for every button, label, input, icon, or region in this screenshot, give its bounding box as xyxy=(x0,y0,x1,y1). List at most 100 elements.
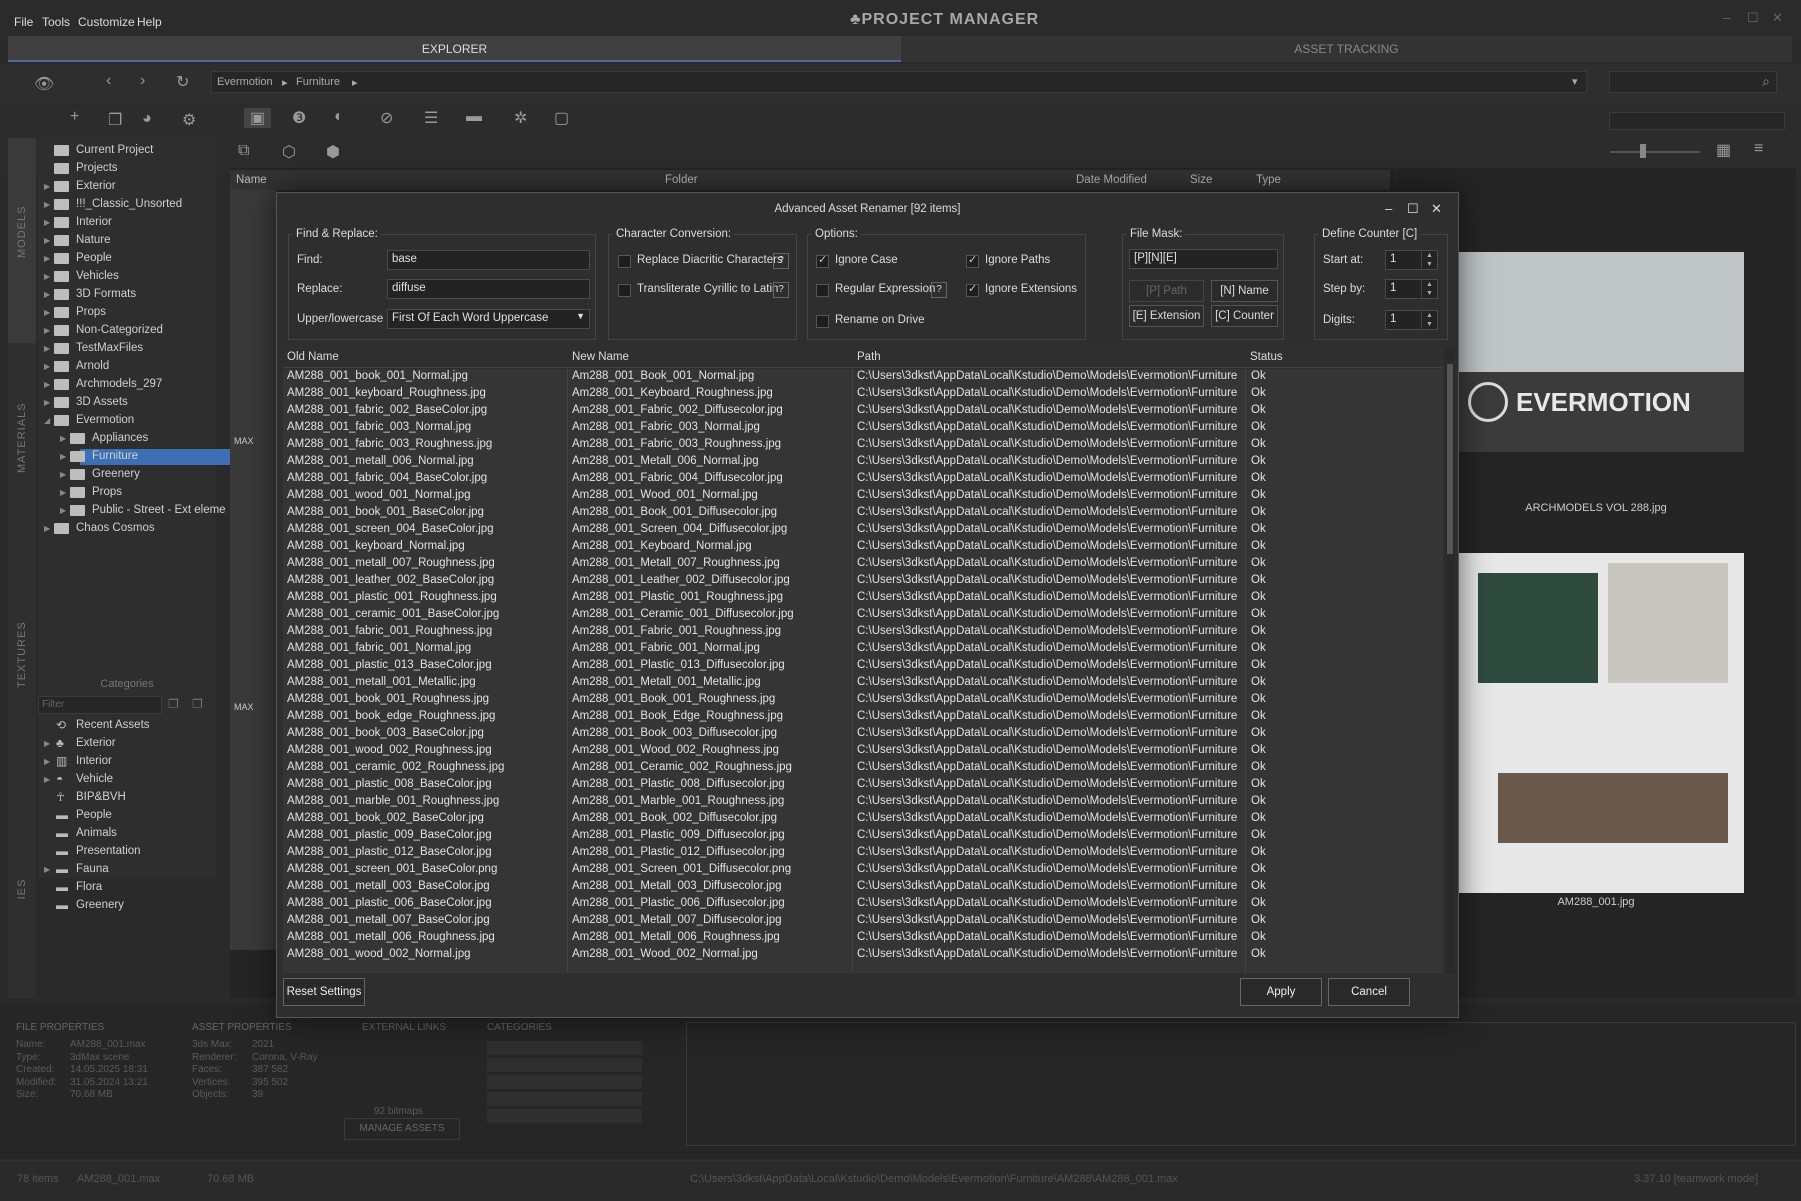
expand-arrow-icon[interactable]: ▶ xyxy=(44,272,50,281)
column-size[interactable]: Size xyxy=(1190,174,1212,186)
zoom-slider-handle[interactable] xyxy=(1640,144,1646,158)
expand-arrow-icon[interactable]: ▶ xyxy=(44,308,50,317)
status-header[interactable]: Status xyxy=(1250,351,1283,363)
replace-input[interactable]: diffuse xyxy=(387,279,590,299)
tab-ies[interactable]: IES xyxy=(16,875,28,903)
table-row[interactable]: AM288_001_fabric_001_Roughness.jpg Am288_… xyxy=(283,624,1443,641)
apply-button[interactable]: Apply xyxy=(1240,978,1322,1006)
expand-arrow-icon[interactable]: ▶ xyxy=(44,398,50,407)
find-input[interactable]: base xyxy=(387,250,590,270)
table-row[interactable]: AM288_001_book_001_Normal.jpg Am288_001_B… xyxy=(283,369,1443,386)
reset-settings-button[interactable]: Reset Settings xyxy=(283,978,365,1006)
table-row[interactable]: AM288_001_metall_007_BaseColor.jpg Am288_… xyxy=(283,913,1443,930)
grid-view-icon[interactable]: ▦ xyxy=(1716,140,1731,160)
diacritic-checkbox[interactable] xyxy=(618,255,631,268)
table-row[interactable]: AM288_001_metall_003_BaseColor.jpg Am288_… xyxy=(283,879,1443,896)
add-icon[interactable]: + xyxy=(70,108,79,126)
secondary-search-input[interactable] xyxy=(1609,112,1785,130)
expand-arrow-icon[interactable]: ▶ xyxy=(44,865,50,874)
tree-item[interactable]: ▶ !!!_Classic_Unsorted xyxy=(38,197,216,214)
table-row[interactable]: AM288_001_book_001_Roughness.jpg Am288_00… xyxy=(283,692,1443,709)
category-item[interactable]: ▶ ♣ Exterior xyxy=(38,736,216,753)
category-item[interactable]: ▬ Flora xyxy=(38,880,216,897)
minimize-icon[interactable]: – xyxy=(1723,10,1730,25)
table-row[interactable]: AM288_001_plastic_008_BaseColor.jpg Am288… xyxy=(283,777,1443,794)
cancel-button[interactable]: Cancel xyxy=(1328,978,1410,1006)
table-row[interactable]: AM288_001_book_002_BaseColor.jpg Am288_00… xyxy=(283,811,1443,828)
expand-arrow-icon[interactable]: ▶ xyxy=(44,254,50,263)
expand-arrow-icon[interactable]: ▶ xyxy=(44,218,50,227)
file-mask-input[interactable]: [P][N][E] xyxy=(1129,249,1278,269)
column-type[interactable]: Type xyxy=(1256,174,1281,186)
tree-item[interactable]: ▶ Props xyxy=(38,485,216,502)
table-row[interactable]: AM288_001_book_001_BaseColor.jpg Am288_00… xyxy=(283,505,1443,522)
expand-arrow-icon[interactable]: ▶ xyxy=(44,524,50,533)
table-row[interactable]: AM288_001_ceramic_002_Roughness.jpg Am288… xyxy=(283,760,1443,777)
sphere-icon[interactable]: ◐ xyxy=(334,108,344,126)
digits-input[interactable]: 1 ▲ ▼ xyxy=(1385,310,1438,330)
counter-token-button[interactable]: [C] Counter xyxy=(1211,305,1278,327)
table-row[interactable]: AM288_001_screen_001_BaseColor.png Am288_… xyxy=(283,862,1443,879)
expand-arrow-icon[interactable]: ▶ xyxy=(44,757,50,766)
expand-arrow-icon[interactable]: ▶ xyxy=(44,739,50,748)
category-item[interactable]: ▶ ◓ Vehicle xyxy=(38,772,216,789)
tree-item[interactable]: Projects xyxy=(38,161,216,178)
column-name[interactable]: Name xyxy=(236,174,267,186)
tree-item[interactable]: ◢ Evermotion xyxy=(38,413,216,430)
eye-icon[interactable]: 👁 xyxy=(34,74,54,94)
expand-arrow-icon[interactable]: ▶ xyxy=(44,236,50,245)
tree-item[interactable]: ▶ Vehicles xyxy=(38,269,216,286)
sort-icon[interactable]: ≡ xyxy=(1754,140,1763,158)
close-icon[interactable]: ✕ xyxy=(1772,10,1783,26)
expand-arrow-icon[interactable]: ▶ xyxy=(60,452,66,461)
notes-area[interactable] xyxy=(686,1022,1796,1146)
menu-tools[interactable]: Tools xyxy=(42,15,70,29)
dialog-minimize-icon[interactable]: – xyxy=(1385,201,1392,216)
table-row[interactable]: AM288_001_metall_007_Roughness.jpg Am288_… xyxy=(283,556,1443,573)
tree-item[interactable]: ▶ Archmodels_297 xyxy=(38,377,216,394)
regex-help-button[interactable]: ? xyxy=(931,282,947,298)
plugin-icon[interactable]: ✲ xyxy=(514,108,527,128)
category-item[interactable]: ▬ Animals xyxy=(38,826,216,843)
expand-arrow-icon[interactable]: ▶ xyxy=(44,182,50,191)
table-row[interactable]: AM288_001_plastic_001_Roughness.jpg Am288… xyxy=(283,590,1443,607)
category-item[interactable]: ▬ People xyxy=(38,808,216,825)
expand-arrow-icon[interactable]: ▶ xyxy=(44,290,50,299)
menu-customize[interactable]: Customize xyxy=(78,15,135,29)
tree-item[interactable]: ▶ Chaos Cosmos xyxy=(38,521,216,538)
preview-image-archmodels[interactable]: EVERMOTION xyxy=(1458,252,1744,452)
category-item[interactable]: ▶ ▬ Fauna xyxy=(38,862,216,879)
category-item[interactable]: ▬ Greenery xyxy=(38,898,216,915)
expand-arrow-icon[interactable]: ▶ xyxy=(44,200,50,209)
cyrillic-checkbox[interactable] xyxy=(618,284,631,297)
breadcrumb-child[interactable]: Furniture xyxy=(296,76,340,88)
maximize-icon[interactable]: ☐ xyxy=(1747,10,1759,26)
column-folder[interactable]: Folder xyxy=(665,174,698,186)
tree-item[interactable]: ▶ Props xyxy=(38,305,216,322)
new-name-header[interactable]: New Name xyxy=(572,351,629,363)
regex-checkbox[interactable] xyxy=(816,284,829,297)
table-row[interactable]: AM288_001_fabric_004_BaseColor.jpg Am288_… xyxy=(283,471,1443,488)
tree-item[interactable]: ▶ Nature xyxy=(38,233,216,250)
tab-textures[interactable]: TEXTURES xyxy=(16,621,28,688)
tree-item[interactable]: ▶ Public - Street - Ext eleme xyxy=(38,503,226,520)
collapse-arrow-icon[interactable]: ◢ xyxy=(44,416,50,425)
dialog-maximize-icon[interactable]: ☐ xyxy=(1407,201,1419,217)
path-token-button[interactable]: [P] Path xyxy=(1129,280,1204,302)
rename-drive-checkbox[interactable] xyxy=(816,315,829,328)
box-icon[interactable]: ▢ xyxy=(554,108,569,128)
gear-icon[interactable]: ⚙ xyxy=(182,110,196,130)
breadcrumb-root[interactable]: Evermotion xyxy=(217,76,273,88)
expand-arrow-icon[interactable]: ▶ xyxy=(60,470,66,479)
expand-arrow-icon[interactable]: ▶ xyxy=(44,380,50,389)
table-row[interactable]: AM288_001_plastic_009_BaseColor.jpg Am288… xyxy=(283,828,1443,845)
expand-arrow-icon[interactable]: ▶ xyxy=(60,506,66,515)
manage-assets-button[interactable]: MANAGE ASSETS xyxy=(344,1118,460,1140)
filter-copy-icon[interactable]: ❐ xyxy=(168,697,179,711)
table-row[interactable]: AM288_001_metall_006_Roughness.jpg Am288_… xyxy=(283,930,1443,947)
diacritic-help-button[interactable]: ? xyxy=(773,253,789,269)
expand-arrow-icon[interactable]: ▶ xyxy=(60,434,66,443)
tab-asset-tracking[interactable]: ASSET TRACKING xyxy=(901,36,1792,62)
address-bar[interactable]: Evermotion ▸ Furniture ▸ ▾ xyxy=(211,71,1587,93)
preview-image-am288[interactable] xyxy=(1458,553,1744,893)
